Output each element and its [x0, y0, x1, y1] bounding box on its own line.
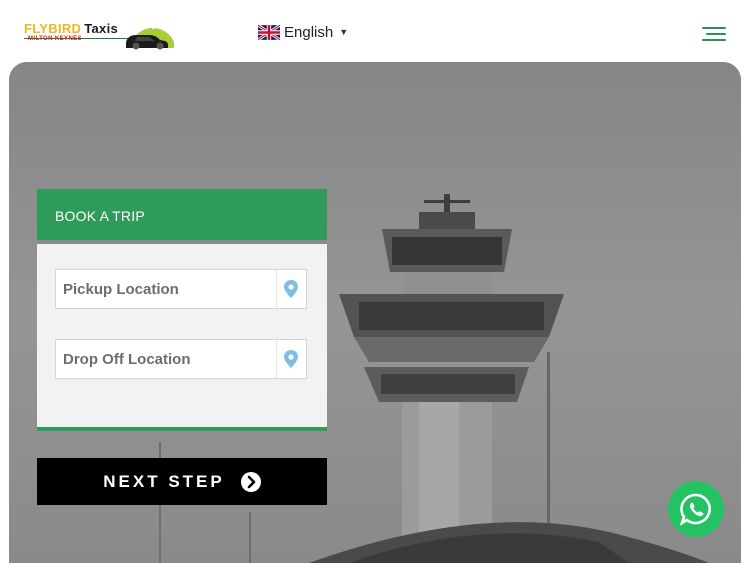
- whatsapp-icon: [679, 493, 711, 526]
- booking-card-title: BOOK A TRIP: [55, 208, 145, 224]
- field-divider: [276, 340, 277, 378]
- site-header: FLYBIRD Taxis MILTON KEYNES English ▼: [0, 0, 750, 62]
- booking-card: BOOK A TRIP: [37, 189, 327, 431]
- location-pin-icon[interactable]: [284, 350, 298, 368]
- whatsapp-button[interactable]: [668, 481, 724, 537]
- location-pin-icon[interactable]: [284, 280, 298, 298]
- field-divider: [276, 270, 277, 308]
- next-step-label: NEXT STEP: [103, 471, 225, 491]
- pickup-location-field: [55, 269, 307, 309]
- logo-car-plane-icon: [126, 18, 174, 50]
- card-divider: [37, 240, 327, 244]
- dropoff-location-field: [55, 339, 307, 379]
- logo-subtitle: MILTON KEYNES: [28, 36, 82, 42]
- dropoff-location-input[interactable]: [56, 340, 276, 378]
- logo-brand-name: FLYBIRD: [24, 21, 82, 36]
- pickup-location-input[interactable]: [56, 270, 276, 308]
- language-selector[interactable]: English ▼: [258, 22, 348, 42]
- next-step-button[interactable]: NEXT STEP: [37, 458, 327, 505]
- chevron-right-circle-icon: [240, 471, 261, 492]
- uk-flag-icon: [258, 24, 280, 40]
- chevron-down-icon: ▼: [339, 27, 349, 37]
- hamburger-menu-icon[interactable]: [702, 27, 728, 43]
- language-label: English: [284, 23, 334, 41]
- card-bottom-border: [37, 427, 327, 431]
- logo-text: FLYBIRD Taxis: [24, 21, 118, 36]
- site-logo[interactable]: FLYBIRD Taxis MILTON KEYNES: [24, 12, 176, 50]
- logo-brand-suffix: Taxis: [84, 21, 119, 36]
- booking-card-header: BOOK A TRIP: [37, 189, 327, 240]
